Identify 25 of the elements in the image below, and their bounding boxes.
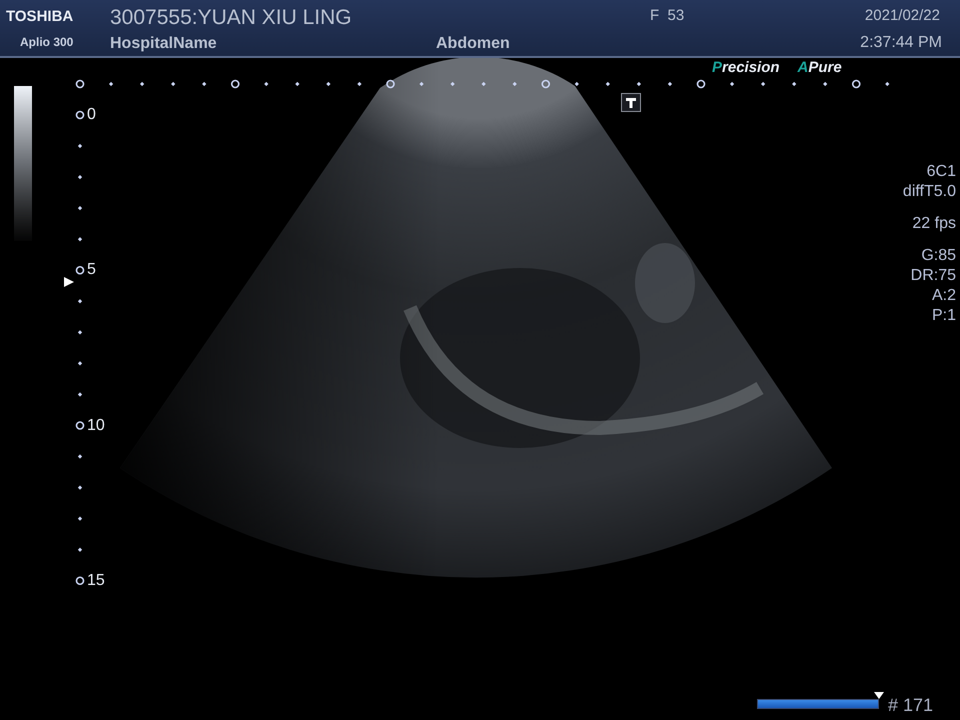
patient-sex-age: F 53 (650, 6, 684, 26)
hospital-name: HospitalName (110, 34, 217, 54)
depth-label: 0 (87, 107, 96, 123)
text-tool-icon (621, 93, 641, 112)
model-name: Aplio 300 (20, 34, 74, 51)
scan-parameter: A:2 (932, 286, 956, 306)
scan-parameter: diffT5.0 (902, 182, 956, 202)
scan-parameter: DR:75 (910, 266, 956, 286)
depth-label: 10 (87, 418, 105, 434)
brand-logo: TOSHIBA (6, 7, 74, 27)
patient-id-name: 3007555:YUAN XIU LING (110, 5, 352, 31)
scan-parameter: G:85 (921, 246, 956, 266)
scan-parameter: 22 fps (912, 214, 956, 234)
frame-number: # 171 (888, 694, 934, 717)
focus-marker-icon (64, 277, 74, 287)
cine-position-marker-icon (874, 692, 884, 699)
mode-label: Precision (712, 59, 780, 78)
scan-parameter: P:1 (932, 306, 956, 326)
exam-time: 2:37:44 PM (860, 33, 942, 53)
mode-label: APure (798, 59, 842, 78)
exam-preset: Abdomen (436, 34, 510, 54)
depth-label: 5 (87, 262, 96, 278)
scan-parameter: 6C1 (926, 162, 956, 182)
exam-date: 2021/02/22 (864, 6, 940, 26)
depth-label: 15 (87, 572, 105, 589)
